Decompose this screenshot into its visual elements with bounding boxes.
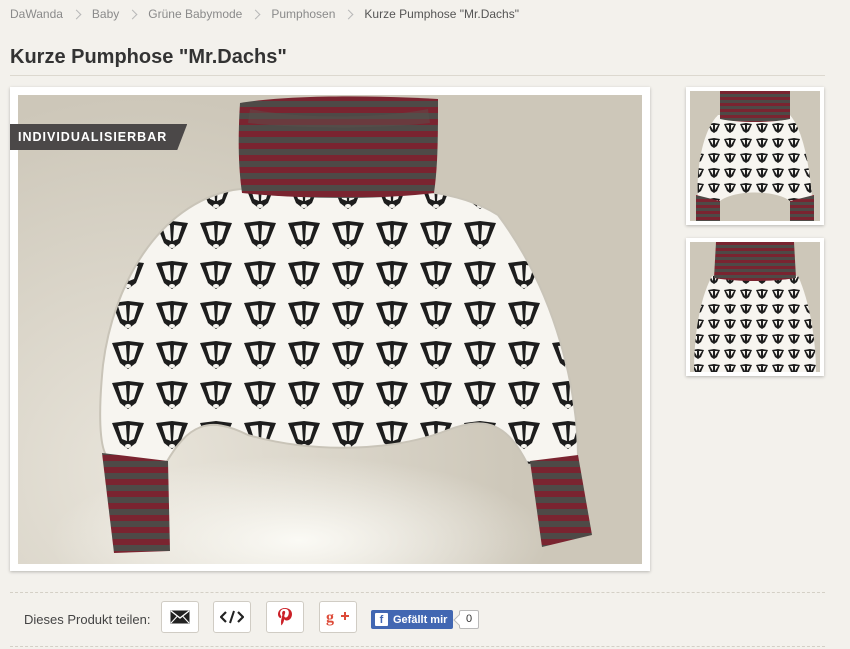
product-photo xyxy=(18,95,642,564)
share-google-plus-button[interactable]: g xyxy=(319,601,357,633)
facebook-icon: f xyxy=(375,613,388,626)
breadcrumb: DaWanda Baby Grüne Babymode Pumphosen Ku… xyxy=(10,5,519,23)
thumbnail-photo xyxy=(690,242,820,372)
share-pinterest-button[interactable] xyxy=(266,601,304,633)
share-email-button[interactable] xyxy=(161,601,199,633)
share-embed-button[interactable] xyxy=(213,601,251,633)
envelope-icon xyxy=(170,610,190,624)
title-divider xyxy=(10,75,825,76)
chevron-right-icon xyxy=(343,9,354,19)
breadcrumb-link-dawanda[interactable]: DaWanda xyxy=(10,7,63,21)
breadcrumb-current: Kurze Pumphose "Mr.Dachs" xyxy=(364,7,519,21)
share-divider-top xyxy=(10,592,825,593)
main-product-image[interactable]: INDIVIDUALISIERBAR xyxy=(10,87,650,571)
share-divider-bottom xyxy=(10,646,825,647)
share-label: Dieses Produkt teilen: xyxy=(24,612,151,627)
thumbnail-photo xyxy=(690,91,820,221)
google-plus-icon: g xyxy=(326,609,349,626)
svg-text:g: g xyxy=(326,609,334,626)
customizable-badge: INDIVIDUALISIERBAR xyxy=(10,124,187,150)
chevron-right-icon xyxy=(71,9,82,19)
chevron-right-icon xyxy=(127,9,138,19)
facebook-like-button[interactable]: f Gefällt mir xyxy=(371,610,454,629)
pinterest-icon xyxy=(278,608,292,626)
breadcrumb-link-pumphosen[interactable]: Pumphosen xyxy=(271,7,335,21)
breadcrumb-link-baby[interactable]: Baby xyxy=(92,7,119,21)
embed-code-icon xyxy=(220,610,244,624)
facebook-like-count: 0 xyxy=(459,610,479,629)
product-thumbnail-2[interactable] xyxy=(686,238,824,376)
breadcrumb-link-gruene-babymode[interactable]: Grüne Babymode xyxy=(148,7,242,21)
product-thumbnail-1[interactable] xyxy=(686,87,824,225)
facebook-like-label: Gefällt mir xyxy=(393,613,448,626)
page-title: Kurze Pumphose "Mr.Dachs" xyxy=(10,46,287,68)
chevron-right-icon xyxy=(250,9,261,19)
pumphose-illustration xyxy=(99,96,592,553)
